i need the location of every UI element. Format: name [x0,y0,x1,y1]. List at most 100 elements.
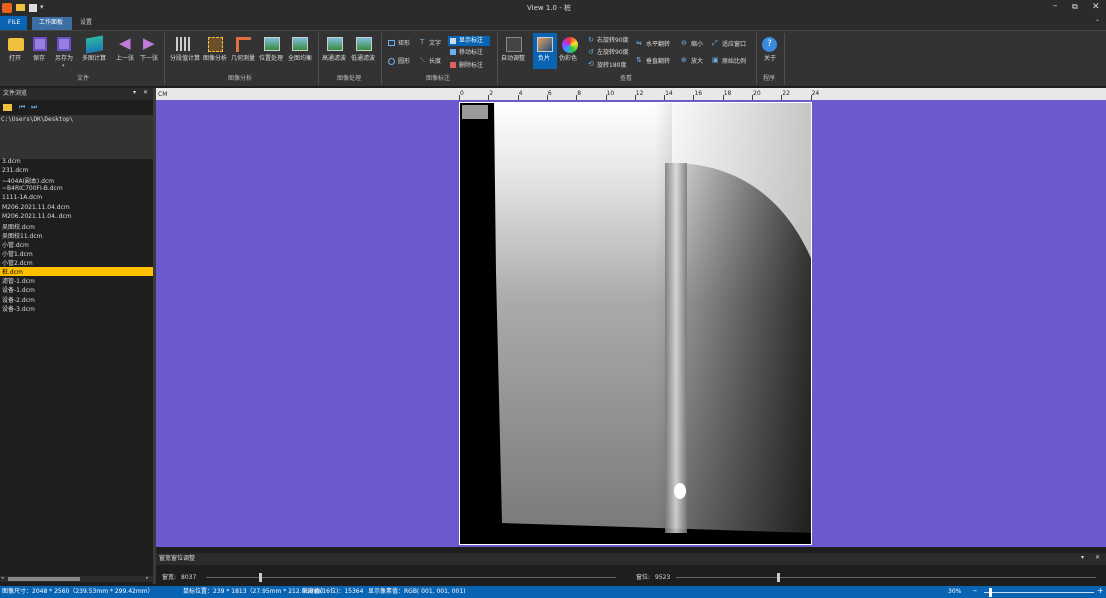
zoom-slider[interactable] [984,588,1094,597]
folder-open-icon[interactable] [3,104,12,111]
ribbon-collapse-icon[interactable]: ⌃ [1095,20,1100,26]
file-list-item[interactable]: 231.dcm [2,167,28,174]
window-level-label: 窗位: [636,574,651,581]
panel-close-icon[interactable]: ✕ [143,90,148,96]
xray-image-content [460,103,811,544]
filter-up-icon [327,37,343,51]
ruler-unit: CM [158,91,168,98]
ribbon-tab-bar: FILE 工作面板 设置 ⌃ [0,16,1106,30]
file-tab[interactable]: FILE [0,16,27,30]
file-list-item[interactable]: 设备-1.dcm [2,285,35,294]
zoom-in-icon: ⊕ [681,56,687,64]
panel-pin-icon[interactable]: ▾ [133,90,136,96]
folder-open-icon [8,38,24,51]
folder-icon[interactable] [16,4,25,11]
file-list-item[interactable]: M206.2021.11.04..dcm [2,213,72,220]
window-level-slider[interactable] [676,573,1096,582]
ruler-tick-label: 18 [723,90,732,97]
xray-image[interactable] [459,102,812,545]
file-list-item[interactable]: 3.dcm [2,158,21,165]
scroll-left-icon[interactable]: ◂ [1,576,4,581]
left-arrow-icon: ◀ [119,34,131,52]
dropdown-arrow-icon: ▾ [62,63,65,69]
ruler-top: CM 0 2 4 6 8 10 12 14 16 18 20 22 24 [156,88,1106,100]
file-list-item[interactable]: 吴图校.dcm [2,222,35,231]
group-divider [497,33,498,85]
file-list-item[interactable]: 小管.dcm [2,240,29,249]
window-level-panel: 窗宽窗位调整 ▾ ✕ 窗宽: 8037 窗位: 9523 [156,551,1106,585]
original-ratio-icon: ▣ [712,56,719,64]
slider-thumb[interactable] [989,588,992,597]
file-list-item[interactable]: 1111-1A.dcm [2,194,42,201]
rotate-180-icon: ⟲ [588,60,594,68]
window-width-label: 窗宽: [162,574,177,581]
ruler-tick-label: 14 [665,90,673,97]
minimize-button[interactable]: – [1053,2,1058,11]
ruler-tick-label: 0 [460,90,464,97]
view-group-label: 查看 [620,75,633,82]
analysis-group-label: 图像分析 [228,75,253,82]
file-browser-title: 文件浏览 [3,90,28,97]
ruler-tick-label: 10 [606,90,615,97]
save-icon[interactable] [29,4,37,12]
file-list-item[interactable]: ~B4RIC700FI-B.dcm [2,185,63,192]
last-file-icon[interactable]: ⏭ [31,104,37,111]
floppy-icon [33,37,47,51]
window-level-title: 窗宽窗位调整 [159,555,196,562]
file-list-item[interactable]: 桩.dcm [0,267,153,277]
rotate-ccw-icon: ↺ [588,48,594,56]
ruler-tick-label: 12 [635,90,644,97]
horizontal-scrollbar[interactable]: ◂ ▸ [0,576,153,582]
panel-close-icon[interactable]: ✕ [1095,555,1100,561]
quick-access-dropdown-icon[interactable]: ▾ [40,4,44,11]
path-box: C:\Users\DK\Desktop\ [0,115,153,159]
group-divider [381,33,382,85]
panel-pin-icon[interactable]: ▾ [1081,555,1084,561]
file-list-item[interactable]: 设备-2.dcm [2,295,35,304]
window-width-slider[interactable] [206,573,616,582]
restore-button[interactable]: ⧉ [1072,3,1078,11]
tab-work-panel[interactable]: 工作面板 [32,17,72,30]
status-gray-value: 灰度值(16位)：15364 [302,588,364,595]
file-list-item[interactable]: ~404A(副本).dcm [2,176,54,185]
window-level-value: 9523 [655,574,671,581]
ruler-tick-label: 6 [547,90,552,97]
file-list-item[interactable]: 设备-3.dcm [2,304,35,313]
close-button[interactable]: ✕ [1092,3,1100,12]
zoom-level: 30% [948,588,962,595]
ruler-tick-label: 24 [811,90,820,97]
rotate-cw-icon: ↻ [588,36,594,44]
processing-group-label: 图像处理 [337,75,362,82]
status-image-size: 图像尺寸：2048 * 2560（239.53mm * 299.42mm） [2,588,154,595]
negative-button[interactable]: 负片 [533,33,557,69]
tab-settings[interactable]: 设置 [80,20,92,26]
zoom-out-control[interactable]: – [973,587,977,595]
scrollbar-thumb[interactable] [8,577,80,581]
layers-icon [86,35,103,54]
current-path: C:\Users\DK\Desktop\ [1,116,74,123]
ribbon: 打开 保存 另存为 ▾ 多图计算 ◀ 上一张 ▶ 下一张 文件 分段值计算 图像… [0,30,1106,86]
text-tool-icon: T [420,38,425,46]
file-browser-toolbar: ⏮ ⏭ [0,102,153,114]
image-viewport[interactable] [156,100,1106,547]
group-divider [164,33,165,85]
file-list-item[interactable]: 滤管-1.dcm [2,276,35,285]
file-list-item[interactable]: 小管2.dcm [2,258,33,267]
file-list-item[interactable]: 小管1.dcm [2,249,33,258]
move-label-icon [450,49,456,55]
first-file-icon[interactable]: ⏮ [19,104,25,111]
zoom-in-control[interactable]: + [1097,587,1104,595]
slider-thumb[interactable] [259,573,263,582]
delete-label-icon [450,62,456,68]
title-bar: ▾ View 1.0 - 桩 – ⧉ ✕ [0,0,1106,16]
group-divider [318,33,319,85]
scroll-right-icon[interactable]: ▸ [146,576,149,581]
file-list-item[interactable]: 吴图校11.dcm [2,231,43,240]
show-label-button[interactable]: 显示标注 [448,36,490,46]
ruler-icon [236,37,251,52]
fit-window-icon: ⤢ [712,39,718,47]
file-list-item[interactable]: M206.2021.11.04.dcm [2,204,70,211]
slider-thumb[interactable] [776,573,780,582]
file-list: 3.dcm 231.dcm ~404A(副本).dcm ~B4RIC700FI-B.d… [0,158,153,572]
window-level-header: 窗宽窗位调整 ▾ ✕ [156,553,1106,565]
